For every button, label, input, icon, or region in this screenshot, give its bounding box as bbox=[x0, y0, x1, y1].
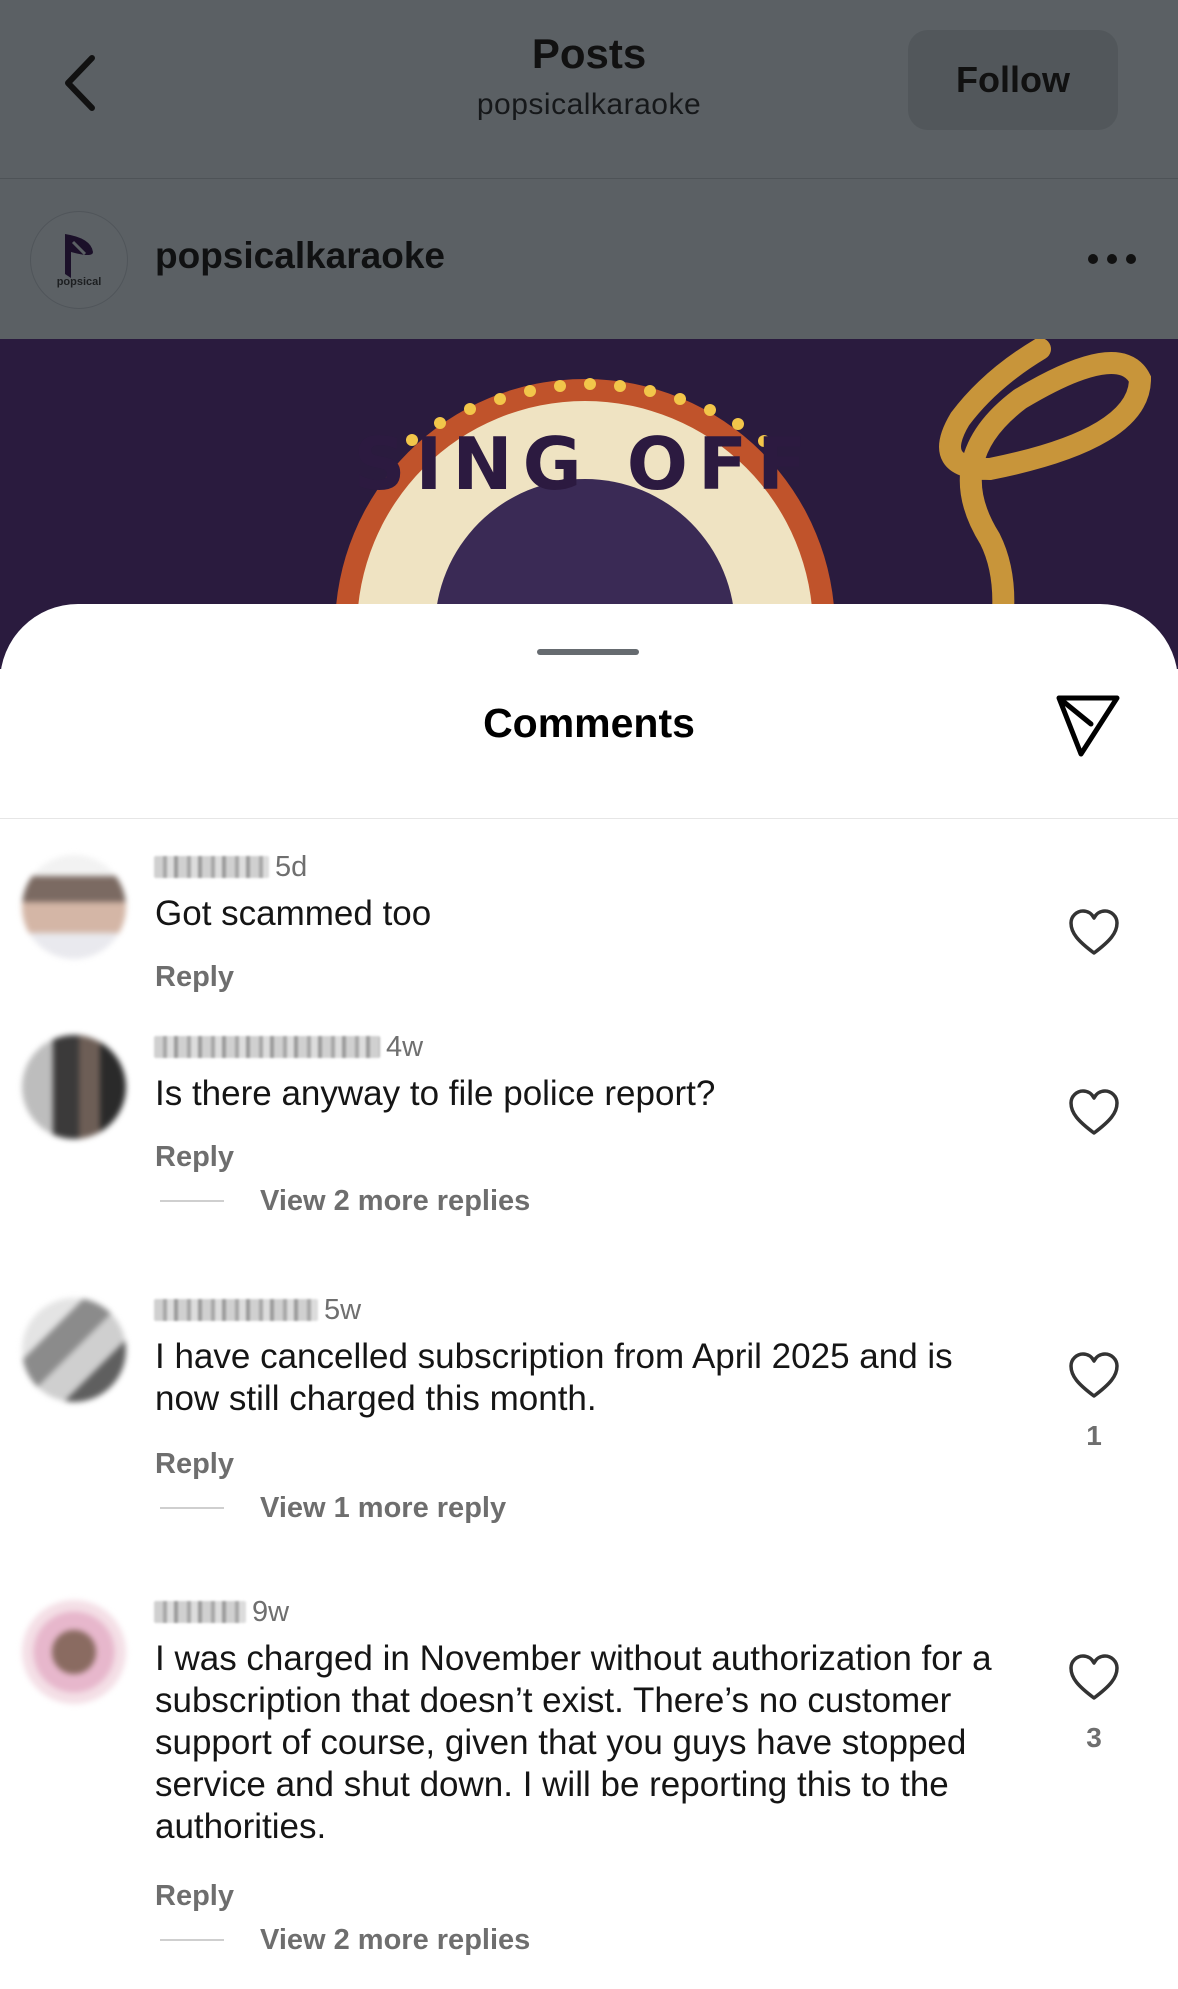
popsical-logo-icon bbox=[65, 234, 93, 278]
follow-button[interactable]: Follow bbox=[908, 30, 1118, 130]
avatar[interactable] bbox=[22, 855, 126, 959]
view-replies-button[interactable]: View 2 more replies bbox=[160, 1923, 530, 1957]
heart-icon[interactable] bbox=[1068, 1654, 1120, 1702]
heart-icon[interactable] bbox=[1068, 1089, 1120, 1137]
comment-timestamp: 5d bbox=[275, 850, 308, 883]
comment-text: Is there anyway to file police report? bbox=[155, 1074, 716, 1113]
comment-username-blurred[interactable] bbox=[154, 856, 269, 878]
comment-text: I was charged in November without author… bbox=[155, 1639, 992, 1846]
view-replies-label[interactable]: View 2 more replies bbox=[260, 1185, 530, 1218]
reply-button[interactable]: Reply bbox=[155, 961, 234, 994]
post-author-row: popsical popsicalkaraoke bbox=[0, 179, 1178, 339]
comment-text: Got scammed too bbox=[155, 894, 432, 933]
post-username[interactable]: popsicalkaraoke bbox=[155, 235, 445, 277]
avatar[interactable] bbox=[22, 1298, 126, 1402]
comments-title: Comments bbox=[483, 700, 695, 746]
comment-text: I have cancelled subscription from April… bbox=[155, 1337, 953, 1418]
view-replies-button[interactable]: View 1 more reply bbox=[160, 1491, 506, 1525]
comment-timestamp: 9w bbox=[252, 1595, 290, 1628]
reply-button[interactable]: Reply bbox=[155, 1448, 234, 1481]
top-bar: Posts popsicalkaraoke Follow bbox=[0, 0, 1178, 179]
view-replies-label[interactable]: View 1 more reply bbox=[260, 1492, 506, 1525]
divider bbox=[0, 818, 1178, 819]
comment-username-blurred[interactable] bbox=[154, 1299, 318, 1321]
comment-username-blurred[interactable] bbox=[154, 1036, 380, 1058]
thread-line bbox=[160, 1507, 224, 1509]
view-replies-label[interactable]: View 2 more replies bbox=[260, 1924, 530, 1957]
badge-text: SING OFF bbox=[354, 422, 817, 506]
gold-ribbon-decoration bbox=[939, 339, 1152, 650]
avatar[interactable] bbox=[22, 1035, 126, 1139]
thread-line bbox=[160, 1200, 224, 1202]
send-icon[interactable] bbox=[1053, 688, 1123, 758]
comment-timestamp: 5w bbox=[324, 1293, 362, 1326]
avatar[interactable]: popsical bbox=[30, 211, 128, 309]
sheet-grabber[interactable] bbox=[537, 649, 639, 655]
avatar-label: popsical bbox=[56, 276, 102, 288]
avatar[interactable] bbox=[22, 1600, 126, 1704]
ellipsis-icon[interactable] bbox=[1085, 249, 1139, 269]
heart-icon[interactable] bbox=[1068, 909, 1120, 957]
thread-line bbox=[160, 1939, 224, 1941]
like-count: 3 bbox=[1086, 1722, 1102, 1753]
reply-button[interactable]: Reply bbox=[155, 1141, 234, 1174]
comments-sheet: Comments 5d Got scammed too Reply 4w Is … bbox=[0, 604, 1178, 1989]
reply-button[interactable]: Reply bbox=[155, 1880, 234, 1913]
like-count: 1 bbox=[1086, 1420, 1102, 1451]
view-replies-button[interactable]: View 2 more replies bbox=[160, 1184, 530, 1218]
comment-username-blurred[interactable] bbox=[154, 1601, 246, 1623]
heart-icon[interactable] bbox=[1068, 1352, 1120, 1400]
comment-timestamp: 4w bbox=[386, 1030, 424, 1063]
